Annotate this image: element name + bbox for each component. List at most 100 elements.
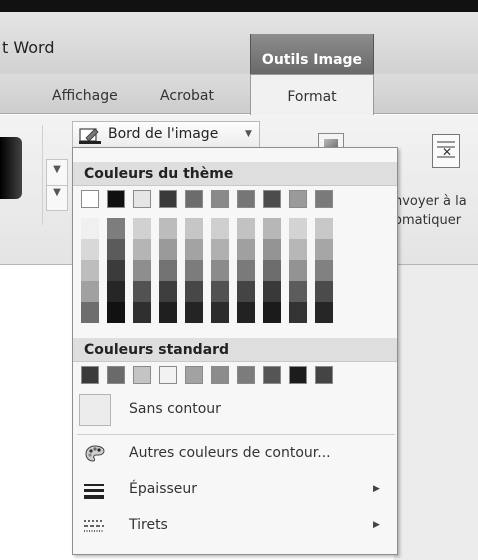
theme-color-shade[interactable] — [81, 302, 99, 323]
theme-color-shade[interactable] — [237, 239, 255, 260]
standard-color-swatch[interactable] — [107, 366, 125, 384]
tab-affichage[interactable]: Affichage — [52, 88, 118, 104]
theme-color-shade[interactable] — [263, 302, 281, 323]
picture-border-pencil-icon — [79, 128, 101, 144]
theme-color-shade[interactable] — [289, 281, 307, 302]
theme-color-shade[interactable] — [263, 218, 281, 239]
picture-border-button[interactable]: Bord de l'image ▼ — [72, 121, 260, 147]
theme-color-shade[interactable] — [159, 281, 177, 302]
theme-color-swatch[interactable] — [107, 190, 125, 208]
menu-item-more-colors[interactable]: Autres couleurs de contour... — [73, 436, 397, 472]
tab-acrobat[interactable]: Acrobat — [160, 88, 214, 104]
menu-item-weight[interactable]: Épaisseur ▶ — [73, 472, 397, 508]
theme-colors-header: Couleurs du thème — [73, 162, 397, 186]
theme-color-shade[interactable] — [107, 260, 125, 281]
theme-color-shade[interactable] — [107, 239, 125, 260]
theme-color-shade[interactable] — [81, 239, 99, 260]
theme-color-shade[interactable] — [237, 281, 255, 302]
theme-color-shade[interactable] — [315, 281, 333, 302]
theme-color-shade[interactable] — [81, 260, 99, 281]
window-top-edge — [0, 0, 478, 12]
theme-color-shade[interactable] — [81, 281, 99, 302]
theme-color-swatch[interactable] — [289, 190, 307, 208]
theme-color-shade[interactable] — [107, 302, 125, 323]
theme-color-swatch[interactable] — [185, 190, 203, 208]
line-weight-icon — [84, 484, 104, 499]
theme-color-shade[interactable] — [315, 302, 333, 323]
standard-color-swatch[interactable] — [185, 366, 203, 384]
theme-color-swatch[interactable] — [237, 190, 255, 208]
theme-color-shade[interactable] — [133, 302, 151, 323]
gallery-scroll-down-icon[interactable]: ▼ — [47, 164, 67, 175]
theme-color-shade[interactable] — [211, 302, 229, 323]
submenu-arrow-icon: ▶ — [373, 520, 380, 530]
theme-color-shade[interactable] — [159, 239, 177, 260]
ribbon-tabs: Affichage Acrobat Format — [0, 74, 478, 115]
theme-color-swatch[interactable] — [159, 190, 177, 208]
standard-color-swatch[interactable] — [315, 366, 333, 384]
dash-lines-icon — [84, 520, 104, 532]
style-gallery-scroller[interactable]: ▼ ▼ — [46, 159, 68, 211]
theme-color-shade[interactable] — [159, 302, 177, 323]
theme-color-shade[interactable] — [185, 281, 203, 302]
theme-color-shade[interactable] — [237, 302, 255, 323]
tab-format[interactable]: Format — [250, 74, 374, 115]
theme-color-shade[interactable] — [211, 218, 229, 239]
theme-color-shade[interactable] — [237, 218, 255, 239]
theme-color-shade[interactable] — [133, 281, 151, 302]
theme-color-shade[interactable] — [185, 260, 203, 281]
bring-forward-icon[interactable] — [432, 134, 460, 168]
standard-color-swatch[interactable] — [81, 366, 99, 384]
theme-color-shade[interactable] — [315, 218, 333, 239]
theme-color-swatch[interactable] — [81, 190, 99, 208]
standard-color-swatch[interactable] — [211, 366, 229, 384]
theme-color-shade[interactable] — [289, 260, 307, 281]
theme-color-swatch[interactable] — [315, 190, 333, 208]
theme-color-shade[interactable] — [263, 281, 281, 302]
wrap-text-line2: omatiquer — [394, 213, 462, 228]
theme-color-shade[interactable] — [107, 218, 125, 239]
theme-color-shade[interactable] — [289, 239, 307, 260]
theme-color-shade[interactable] — [211, 260, 229, 281]
theme-color-shade[interactable] — [81, 218, 99, 239]
gallery-scroll-divider — [47, 185, 67, 186]
document-background — [394, 265, 478, 560]
picture-style-thumbnail[interactable] — [0, 137, 22, 199]
standard-color-swatch[interactable] — [237, 366, 255, 384]
theme-color-shade[interactable] — [211, 239, 229, 260]
theme-color-shade[interactable] — [315, 260, 333, 281]
theme-color-shade[interactable] — [315, 239, 333, 260]
theme-color-shade[interactable] — [211, 281, 229, 302]
menu-item-no-outline[interactable]: Sans contour — [73, 392, 397, 428]
theme-color-shade[interactable] — [107, 281, 125, 302]
palette-icon — [85, 445, 105, 462]
standard-colors-title: Couleurs standard — [84, 342, 230, 358]
standard-color-swatch[interactable] — [263, 366, 281, 384]
theme-color-shade[interactable] — [263, 260, 281, 281]
standard-color-swatch[interactable] — [133, 366, 151, 384]
menu-item-dashes[interactable]: Tirets ▶ — [73, 508, 397, 544]
theme-color-shade[interactable] — [185, 302, 203, 323]
wrap-text-label[interactable]: nvoyer à la omatiquer — [394, 192, 467, 230]
no-outline-label: Sans contour — [129, 401, 221, 417]
theme-color-swatch[interactable] — [133, 190, 151, 208]
theme-color-shade[interactable] — [237, 260, 255, 281]
theme-color-swatch[interactable] — [263, 190, 281, 208]
theme-color-shade[interactable] — [185, 239, 203, 260]
standard-color-swatch[interactable] — [289, 366, 307, 384]
theme-color-shade[interactable] — [289, 302, 307, 323]
theme-color-shade[interactable] — [159, 260, 177, 281]
theme-color-shade[interactable] — [133, 260, 151, 281]
menu-separator — [77, 434, 395, 435]
standard-color-swatch[interactable] — [159, 366, 177, 384]
theme-color-shade[interactable] — [133, 239, 151, 260]
theme-color-shade[interactable] — [289, 218, 307, 239]
theme-color-shade[interactable] — [133, 218, 151, 239]
more-colors-label: Autres couleurs de contour... — [129, 445, 331, 461]
theme-color-swatch[interactable] — [211, 190, 229, 208]
theme-colors-title: Couleurs du thème — [84, 166, 234, 182]
theme-color-shade[interactable] — [185, 218, 203, 239]
theme-color-shade[interactable] — [159, 218, 177, 239]
gallery-more-icon[interactable]: ▼ — [47, 187, 67, 198]
theme-color-shade[interactable] — [263, 239, 281, 260]
